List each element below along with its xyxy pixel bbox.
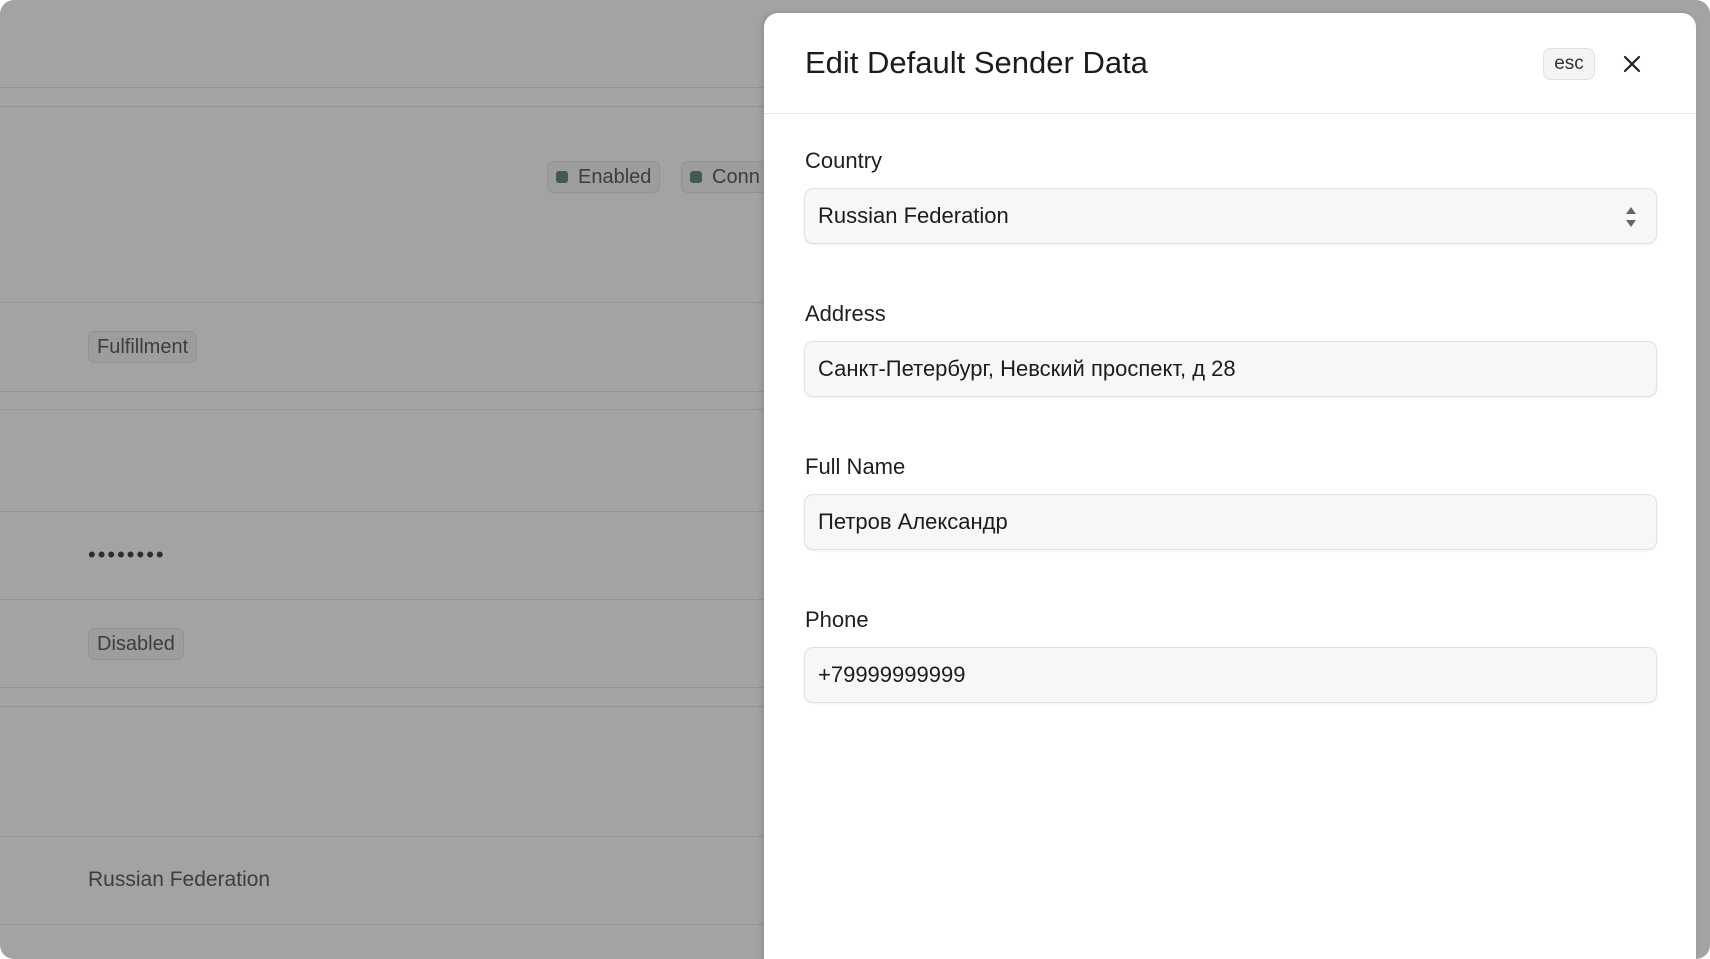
address-input[interactable] bbox=[804, 341, 1657, 397]
select-arrows-icon bbox=[1626, 207, 1636, 227]
divider bbox=[0, 391, 800, 392]
close-icon bbox=[1623, 55, 1641, 73]
divider bbox=[0, 106, 800, 107]
divider bbox=[0, 706, 800, 707]
panel-header: Edit Default Sender Data esc bbox=[764, 13, 1696, 114]
divider bbox=[0, 87, 800, 88]
divider bbox=[0, 687, 800, 688]
disabled-badge-label: Disabled bbox=[97, 632, 175, 655]
phone-label: Phone bbox=[805, 607, 869, 632]
phone-input[interactable] bbox=[804, 647, 1657, 703]
page-backdrop: Enabled Conn Fulfillment •••••••• Disabl… bbox=[0, 0, 1710, 959]
esc-button[interactable]: esc bbox=[1543, 48, 1595, 80]
divider bbox=[0, 836, 800, 837]
edit-sender-panel: Edit Default Sender Data esc Country Rus… bbox=[764, 13, 1696, 959]
password-mask: •••••••• bbox=[88, 542, 166, 567]
status-badge-label: Conn bbox=[712, 165, 760, 188]
panel-title: Edit Default Sender Data bbox=[805, 45, 1148, 80]
status-badge-enabled: Enabled bbox=[547, 161, 661, 193]
country-select-value: Russian Federation bbox=[818, 203, 1009, 228]
divider bbox=[0, 511, 800, 512]
disabled-badge: Disabled bbox=[88, 628, 184, 660]
divider bbox=[0, 409, 800, 410]
status-dot-icon bbox=[690, 171, 702, 183]
status-dot-icon bbox=[556, 171, 568, 183]
fulfillment-badge: Fulfillment bbox=[88, 331, 198, 363]
status-badge-label: Enabled bbox=[578, 165, 652, 188]
divider bbox=[0, 924, 800, 925]
fulfillment-badge-label: Fulfillment bbox=[97, 335, 189, 358]
country-select[interactable]: Russian Federation bbox=[804, 188, 1657, 244]
close-button[interactable] bbox=[1616, 48, 1648, 80]
full-name-label: Full Name bbox=[805, 454, 906, 479]
full-name-input[interactable] bbox=[804, 494, 1657, 550]
country-label: Country bbox=[805, 148, 883, 173]
address-label: Address bbox=[805, 301, 886, 326]
divider bbox=[0, 599, 800, 600]
divider bbox=[0, 302, 800, 303]
country-value-text: Russian Federation bbox=[88, 868, 271, 891]
